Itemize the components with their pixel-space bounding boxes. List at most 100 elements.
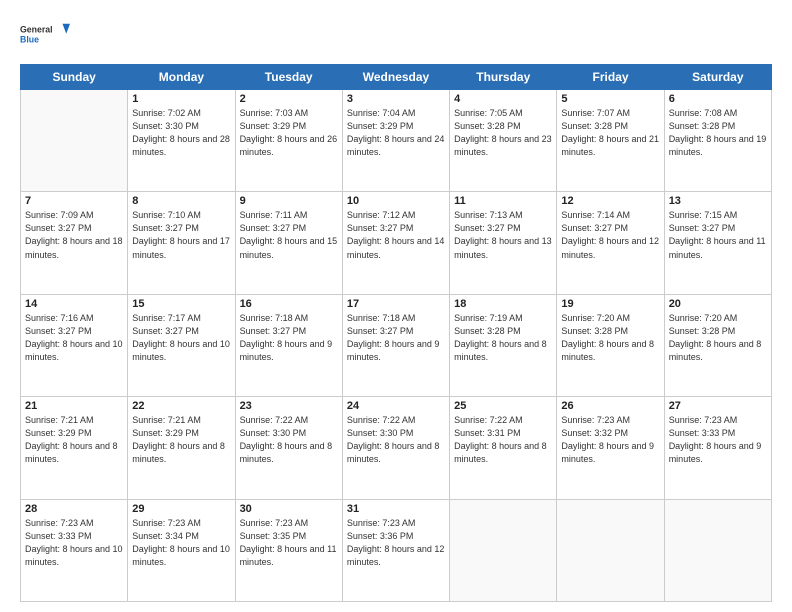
day-info: Sunrise: 7:20 AMSunset: 3:28 PMDaylight:… [561,313,654,362]
day-number: 10 [347,195,445,207]
day-info: Sunrise: 7:10 AMSunset: 3:27 PMDaylight:… [132,210,230,259]
day-number: 1 [132,93,230,105]
day-info: Sunrise: 7:23 AMSunset: 3:33 PMDaylight:… [25,518,123,567]
weekday-wednesday: Wednesday [342,65,449,90]
calendar-cell-1-4: 11 Sunrise: 7:13 AMSunset: 3:27 PMDaylig… [450,192,557,294]
day-info: Sunrise: 7:18 AMSunset: 3:27 PMDaylight:… [240,313,333,362]
day-info: Sunrise: 7:18 AMSunset: 3:27 PMDaylight:… [347,313,440,362]
weekday-sunday: Sunday [21,65,128,90]
calendar-cell-3-5: 26 Sunrise: 7:23 AMSunset: 3:32 PMDaylig… [557,397,664,499]
day-number: 23 [240,400,338,412]
calendar-table: SundayMondayTuesdayWednesdayThursdayFrid… [20,64,772,602]
page: General Blue SundayMondayTuesdayWednesda… [0,0,792,612]
calendar-cell-3-3: 24 Sunrise: 7:22 AMSunset: 3:30 PMDaylig… [342,397,449,499]
day-info: Sunrise: 7:23 AMSunset: 3:36 PMDaylight:… [347,518,445,567]
day-number: 6 [669,93,767,105]
day-number: 5 [561,93,659,105]
calendar-cell-2-5: 19 Sunrise: 7:20 AMSunset: 3:28 PMDaylig… [557,294,664,396]
day-info: Sunrise: 7:16 AMSunset: 3:27 PMDaylight:… [25,313,123,362]
calendar-cell-2-3: 17 Sunrise: 7:18 AMSunset: 3:27 PMDaylig… [342,294,449,396]
week-row-3: 14 Sunrise: 7:16 AMSunset: 3:27 PMDaylig… [21,294,772,396]
calendar-cell-4-3: 31 Sunrise: 7:23 AMSunset: 3:36 PMDaylig… [342,499,449,601]
day-info: Sunrise: 7:05 AMSunset: 3:28 PMDaylight:… [454,108,552,157]
day-number: 4 [454,93,552,105]
weekday-header-row: SundayMondayTuesdayWednesdayThursdayFrid… [21,65,772,90]
calendar-cell-3-0: 21 Sunrise: 7:21 AMSunset: 3:29 PMDaylig… [21,397,128,499]
logo-svg: General Blue [20,16,70,54]
calendar-cell-1-3: 10 Sunrise: 7:12 AMSunset: 3:27 PMDaylig… [342,192,449,294]
calendar-cell-4-2: 30 Sunrise: 7:23 AMSunset: 3:35 PMDaylig… [235,499,342,601]
calendar-cell-2-1: 15 Sunrise: 7:17 AMSunset: 3:27 PMDaylig… [128,294,235,396]
day-info: Sunrise: 7:22 AMSunset: 3:31 PMDaylight:… [454,415,547,464]
day-number: 20 [669,298,767,310]
day-info: Sunrise: 7:15 AMSunset: 3:27 PMDaylight:… [669,210,766,259]
day-number: 14 [25,298,123,310]
calendar-cell-4-6 [664,499,771,601]
calendar-cell-1-1: 8 Sunrise: 7:10 AMSunset: 3:27 PMDayligh… [128,192,235,294]
day-number: 3 [347,93,445,105]
calendar-cell-3-6: 27 Sunrise: 7:23 AMSunset: 3:33 PMDaylig… [664,397,771,499]
week-row-1: 1 Sunrise: 7:02 AMSunset: 3:30 PMDayligh… [21,90,772,192]
calendar-cell-3-2: 23 Sunrise: 7:22 AMSunset: 3:30 PMDaylig… [235,397,342,499]
calendar-cell-3-4: 25 Sunrise: 7:22 AMSunset: 3:31 PMDaylig… [450,397,557,499]
day-info: Sunrise: 7:22 AMSunset: 3:30 PMDaylight:… [240,415,333,464]
week-row-4: 21 Sunrise: 7:21 AMSunset: 3:29 PMDaylig… [21,397,772,499]
calendar-cell-0-0 [21,90,128,192]
day-info: Sunrise: 7:13 AMSunset: 3:27 PMDaylight:… [454,210,552,259]
week-row-2: 7 Sunrise: 7:09 AMSunset: 3:27 PMDayligh… [21,192,772,294]
calendar-cell-4-4 [450,499,557,601]
day-info: Sunrise: 7:23 AMSunset: 3:34 PMDaylight:… [132,518,230,567]
day-info: Sunrise: 7:19 AMSunset: 3:28 PMDaylight:… [454,313,547,362]
day-number: 28 [25,503,123,515]
day-number: 13 [669,195,767,207]
calendar-cell-4-0: 28 Sunrise: 7:23 AMSunset: 3:33 PMDaylig… [21,499,128,601]
day-info: Sunrise: 7:12 AMSunset: 3:27 PMDaylight:… [347,210,445,259]
calendar-cell-1-5: 12 Sunrise: 7:14 AMSunset: 3:27 PMDaylig… [557,192,664,294]
calendar-cell-3-1: 22 Sunrise: 7:21 AMSunset: 3:29 PMDaylig… [128,397,235,499]
weekday-monday: Monday [128,65,235,90]
calendar-cell-2-2: 16 Sunrise: 7:18 AMSunset: 3:27 PMDaylig… [235,294,342,396]
day-info: Sunrise: 7:21 AMSunset: 3:29 PMDaylight:… [132,415,225,464]
day-info: Sunrise: 7:03 AMSunset: 3:29 PMDaylight:… [240,108,338,157]
day-info: Sunrise: 7:22 AMSunset: 3:30 PMDaylight:… [347,415,440,464]
day-number: 30 [240,503,338,515]
weekday-friday: Friday [557,65,664,90]
day-info: Sunrise: 7:23 AMSunset: 3:35 PMDaylight:… [240,518,337,567]
day-number: 29 [132,503,230,515]
day-number: 9 [240,195,338,207]
day-number: 26 [561,400,659,412]
logo: General Blue [20,16,70,54]
day-info: Sunrise: 7:08 AMSunset: 3:28 PMDaylight:… [669,108,767,157]
day-number: 24 [347,400,445,412]
day-number: 18 [454,298,552,310]
day-number: 16 [240,298,338,310]
day-number: 22 [132,400,230,412]
day-info: Sunrise: 7:04 AMSunset: 3:29 PMDaylight:… [347,108,445,157]
day-number: 31 [347,503,445,515]
day-number: 19 [561,298,659,310]
day-number: 27 [669,400,767,412]
calendar-cell-4-5 [557,499,664,601]
day-info: Sunrise: 7:23 AMSunset: 3:32 PMDaylight:… [561,415,654,464]
day-info: Sunrise: 7:14 AMSunset: 3:27 PMDaylight:… [561,210,659,259]
calendar-cell-0-2: 2 Sunrise: 7:03 AMSunset: 3:29 PMDayligh… [235,90,342,192]
day-number: 25 [454,400,552,412]
day-number: 15 [132,298,230,310]
svg-text:Blue: Blue [20,35,39,45]
day-info: Sunrise: 7:09 AMSunset: 3:27 PMDaylight:… [25,210,123,259]
day-number: 7 [25,195,123,207]
calendar-cell-0-4: 4 Sunrise: 7:05 AMSunset: 3:28 PMDayligh… [450,90,557,192]
day-info: Sunrise: 7:20 AMSunset: 3:28 PMDaylight:… [669,313,762,362]
day-info: Sunrise: 7:02 AMSunset: 3:30 PMDaylight:… [132,108,230,157]
calendar-cell-2-0: 14 Sunrise: 7:16 AMSunset: 3:27 PMDaylig… [21,294,128,396]
day-info: Sunrise: 7:11 AMSunset: 3:27 PMDaylight:… [240,210,338,259]
weekday-tuesday: Tuesday [235,65,342,90]
day-info: Sunrise: 7:21 AMSunset: 3:29 PMDaylight:… [25,415,118,464]
calendar-cell-1-2: 9 Sunrise: 7:11 AMSunset: 3:27 PMDayligh… [235,192,342,294]
weekday-saturday: Saturday [664,65,771,90]
calendar-cell-2-4: 18 Sunrise: 7:19 AMSunset: 3:28 PMDaylig… [450,294,557,396]
svg-text:General: General [20,25,53,35]
calendar-cell-1-0: 7 Sunrise: 7:09 AMSunset: 3:27 PMDayligh… [21,192,128,294]
day-info: Sunrise: 7:23 AMSunset: 3:33 PMDaylight:… [669,415,762,464]
day-info: Sunrise: 7:07 AMSunset: 3:28 PMDaylight:… [561,108,659,157]
